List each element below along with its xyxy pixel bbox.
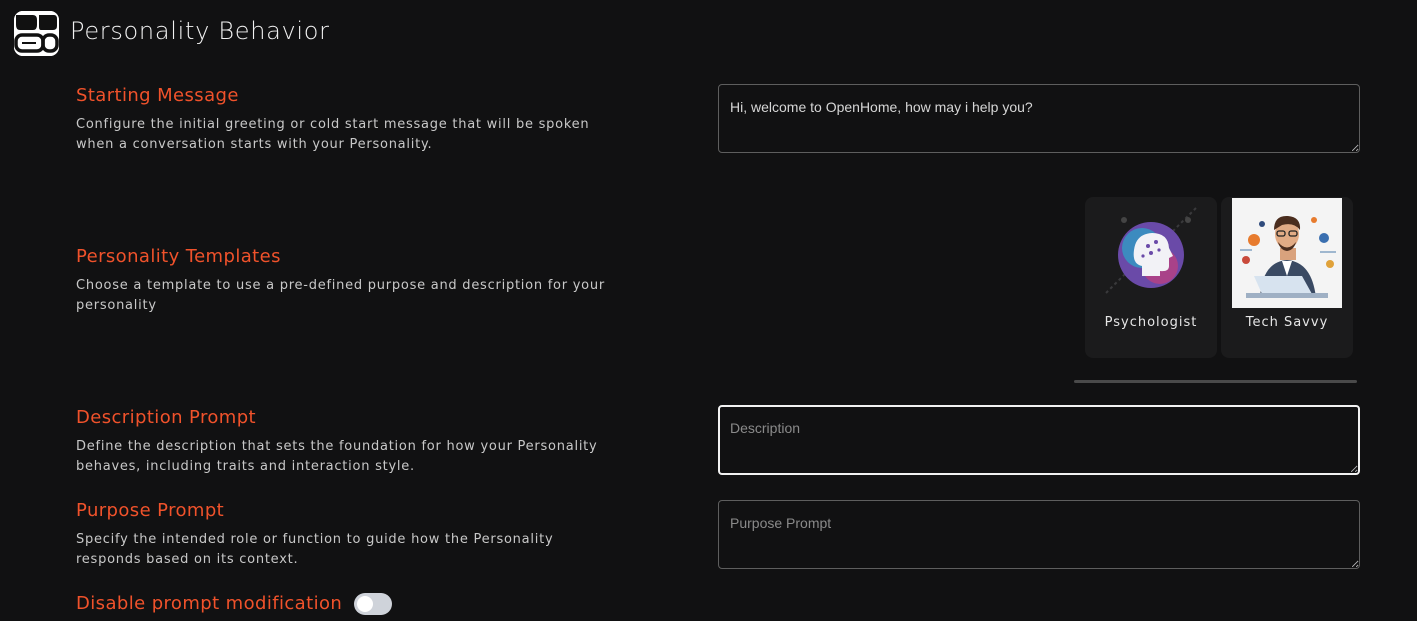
disable-prompt-modification-label: Disable prompt modification — [76, 593, 343, 614]
description-input[interactable] — [718, 405, 1360, 475]
description-prompt-title: Description Prompt — [76, 407, 257, 428]
template-card-tech-savvy[interactable]: Tech Savvy — [1221, 197, 1353, 358]
purpose-prompt-input[interactable] — [718, 500, 1360, 569]
disable-prompt-modification-row: Disable prompt modification — [76, 592, 393, 616]
template-label-tech-savvy: Tech Savvy — [1245, 315, 1329, 330]
template-card-psychologist[interactable]: Psychologist — [1085, 197, 1217, 358]
page-title: Personality Behavior — [70, 17, 330, 45]
toggle-knob — [357, 596, 374, 612]
personality-templates-description: Choose a template to use a pre-defined p… — [76, 278, 605, 313]
developer-laptop-icon — [1232, 198, 1342, 308]
templates-scrollbar[interactable] — [1074, 380, 1357, 383]
personality-templates-title: Personality Templates — [76, 246, 281, 267]
starting-message-section: Starting Message Configure the initial g… — [76, 84, 616, 155]
purpose-prompt-section: Purpose Prompt Specify the intended role… — [76, 499, 616, 570]
openhome-logo-icon[interactable] — [14, 11, 59, 56]
starting-message-title: Starting Message — [76, 85, 239, 106]
description-prompt-section: Description Prompt Define the descriptio… — [76, 406, 616, 477]
disable-prompt-modification-toggle[interactable] — [354, 593, 393, 615]
purpose-prompt-title: Purpose Prompt — [76, 500, 225, 521]
brain-head-icon — [1096, 198, 1206, 308]
description-prompt-description: Define the description that sets the fou… — [76, 439, 598, 474]
template-label-psychologist: Psychologist — [1104, 315, 1198, 330]
personality-templates-section: Personality Templates Choose a template … — [76, 245, 616, 316]
starting-message-input[interactable]: Hi, welcome to OpenHome, how may i help … — [718, 84, 1360, 153]
starting-message-description: Configure the initial greeting or cold s… — [76, 117, 590, 152]
purpose-prompt-description: Specify the intended role or function to… — [76, 532, 554, 567]
